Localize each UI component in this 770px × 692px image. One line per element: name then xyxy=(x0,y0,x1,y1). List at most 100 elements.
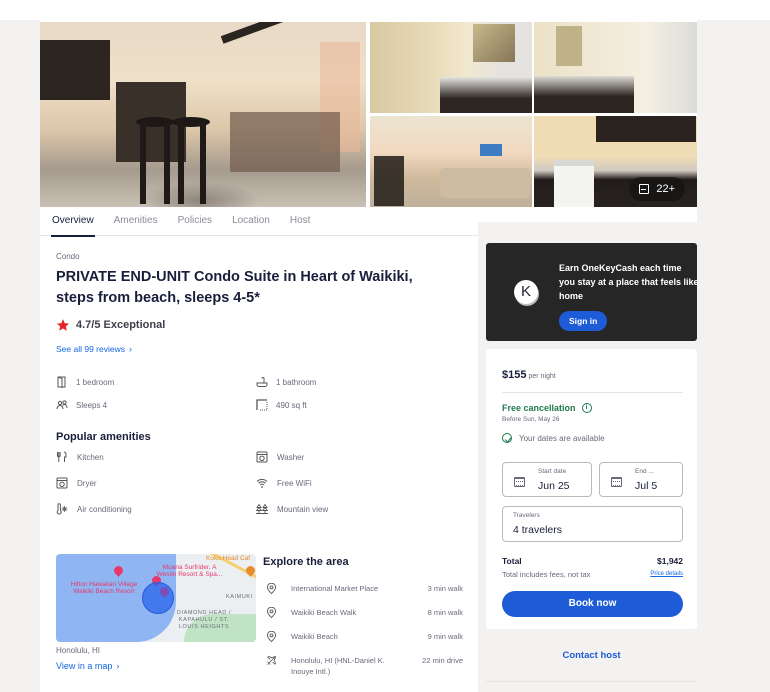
location-pin-icon xyxy=(266,583,277,594)
property-facts: 1 bedroom 1 bathroom Sleeps 4 490 sq ft xyxy=(56,375,456,412)
fact-label: Sleeps 4 xyxy=(76,400,108,410)
kitchen-icon xyxy=(57,451,67,462)
poi-item: Honolulu, HI (HNL-Daniel K. Inouye Intl.… xyxy=(263,655,463,677)
air-conditioning-icon xyxy=(56,503,68,515)
rating-text: 4.7/5 Exceptional xyxy=(76,319,166,331)
top-bar xyxy=(0,0,770,20)
travelers-field[interactable]: Travelers 4 travelers xyxy=(502,506,683,542)
mountain-view-icon xyxy=(256,503,268,514)
end-date-value: Jul 5 xyxy=(635,480,658,492)
travelers-label: Travelers xyxy=(513,512,540,519)
poi-name: International Market Place xyxy=(291,584,379,593)
map-label-diamond-head: DIAMOND HEAD / KAPAHULU / ST. LOUIS HEIG… xyxy=(176,610,232,630)
photo-detail xyxy=(534,76,634,113)
sign-in-button[interactable]: Sign in xyxy=(559,311,608,331)
amenity-kitchen: Kitchen xyxy=(56,450,256,464)
photo-detail xyxy=(473,24,515,62)
map-city: Honolulu, HI xyxy=(56,646,101,655)
wifi-icon xyxy=(256,478,268,488)
map-label-koko: Koko Head Caf xyxy=(206,555,251,562)
photo-detail xyxy=(596,116,696,142)
tab-location[interactable]: Location xyxy=(222,210,280,236)
location-pin-icon xyxy=(266,607,277,618)
start-date-value: Jun 25 xyxy=(538,480,570,492)
photo-thumbnail-3[interactable] xyxy=(370,116,532,207)
chevron-right-icon: › xyxy=(128,344,132,354)
price-card: $155 per night Free cancellation i Before… xyxy=(486,349,697,629)
divider xyxy=(502,392,683,393)
fees-note: Total includes fees, not tax xyxy=(502,570,591,579)
tab-policies[interactable]: Policies xyxy=(168,210,222,236)
poi-item: International Market Place 3 min walk xyxy=(263,583,463,594)
end-date-field[interactable]: End ... Jul 5 xyxy=(599,462,683,497)
property-type: Condo xyxy=(56,252,80,261)
chevron-right-icon: › xyxy=(116,661,120,671)
amenity-label: Free WiFi xyxy=(277,478,312,488)
contact-host-link[interactable]: Contact host xyxy=(486,650,697,661)
location-pin-icon xyxy=(266,631,277,642)
property-location-marker xyxy=(142,582,174,614)
photo-detail xyxy=(178,122,184,204)
fact-label: 1 bathroom xyxy=(276,377,317,387)
info-icon[interactable]: i xyxy=(581,403,592,413)
poi-name: Waikiki Beach xyxy=(291,632,338,641)
amenity-air-conditioning: Air conditioning xyxy=(56,502,256,516)
photo-detail xyxy=(200,122,206,204)
availability-text: Your dates are available xyxy=(519,433,605,443)
onekey-logo-icon: K xyxy=(514,280,538,304)
fact-sleeps: Sleeps 4 xyxy=(56,398,256,412)
poi-distance: 3 min walk xyxy=(427,584,463,593)
amenity-mountain-view: Mountain view xyxy=(256,502,456,516)
cancel-before-date: Before Sun, May 26 xyxy=(502,416,560,423)
location-map[interactable]: Hilton Hawaiian Village Waikiki Beach Re… xyxy=(56,554,256,642)
view-all-photos-button[interactable]: 22+ xyxy=(629,177,685,201)
calendar-icon xyxy=(611,477,622,487)
poi-name: Waikiki Beach Walk xyxy=(291,608,357,617)
poi-distance: 22 min drive xyxy=(422,656,463,665)
overview-section: Condo PRIVATE END-UNIT Condo Suite in He… xyxy=(56,252,456,516)
photo-detail xyxy=(440,168,530,198)
dryer-icon xyxy=(56,477,68,489)
photo-detail xyxy=(554,160,594,207)
square-feet-icon xyxy=(256,399,268,411)
photo-thumbnail-2[interactable] xyxy=(534,22,697,113)
tab-amenities[interactable]: Amenities xyxy=(104,210,168,236)
tab-overview[interactable]: Overview xyxy=(40,210,104,237)
airplane-icon xyxy=(267,655,277,665)
poi-item: Waikiki Beach 9 min walk xyxy=(263,631,463,642)
washer-icon xyxy=(256,451,268,463)
amenity-washer: Washer xyxy=(256,450,456,464)
end-date-label: End ... xyxy=(635,468,654,475)
photo-detail xyxy=(140,122,146,204)
see-all-reviews-link[interactable]: See all 99 reviews › xyxy=(56,344,132,354)
tab-host[interactable]: Host xyxy=(280,210,321,236)
start-date-label: Start date xyxy=(538,468,567,475)
star-icon xyxy=(56,319,70,331)
view-in-map-link[interactable]: View in a map › xyxy=(56,661,119,671)
poi-distance: 8 min walk xyxy=(427,608,463,617)
photo-detail xyxy=(230,112,340,172)
nightly-price: $155 per night xyxy=(502,369,556,381)
rating-summary: 4.7/5 Exceptional xyxy=(56,318,456,332)
fact-size: 490 sq ft xyxy=(256,398,456,412)
map-link-label: View in a map xyxy=(56,661,113,671)
reviews-link-label: See all 99 reviews xyxy=(56,344,125,354)
check-circle-icon xyxy=(502,433,512,443)
popular-amenities-heading: Popular amenities xyxy=(56,431,151,443)
amenity-label: Kitchen xyxy=(77,452,104,462)
price-details-link[interactable]: Price details xyxy=(650,571,683,577)
photo-detail xyxy=(374,156,404,206)
map-label-kaimuki: KAIMUKI xyxy=(226,594,253,600)
map-label-hilton: Hilton Hawaiian Village Waikiki Beach Re… xyxy=(70,581,138,595)
photo-thumbnail-1[interactable] xyxy=(370,22,532,113)
book-now-button[interactable]: Book now xyxy=(502,591,683,617)
total-label: Total xyxy=(502,556,522,566)
fact-label: 490 sq ft xyxy=(276,400,307,410)
poi-item: Waikiki Beach Walk 8 min walk xyxy=(263,607,463,618)
photo-main[interactable] xyxy=(40,22,366,207)
bathtub-icon xyxy=(256,377,268,387)
amenity-label: Air conditioning xyxy=(77,504,132,514)
photo-thumbnail-4[interactable]: 22+ xyxy=(534,116,697,207)
photo-detail xyxy=(440,77,532,113)
start-date-field[interactable]: Start date Jun 25 xyxy=(502,462,592,497)
